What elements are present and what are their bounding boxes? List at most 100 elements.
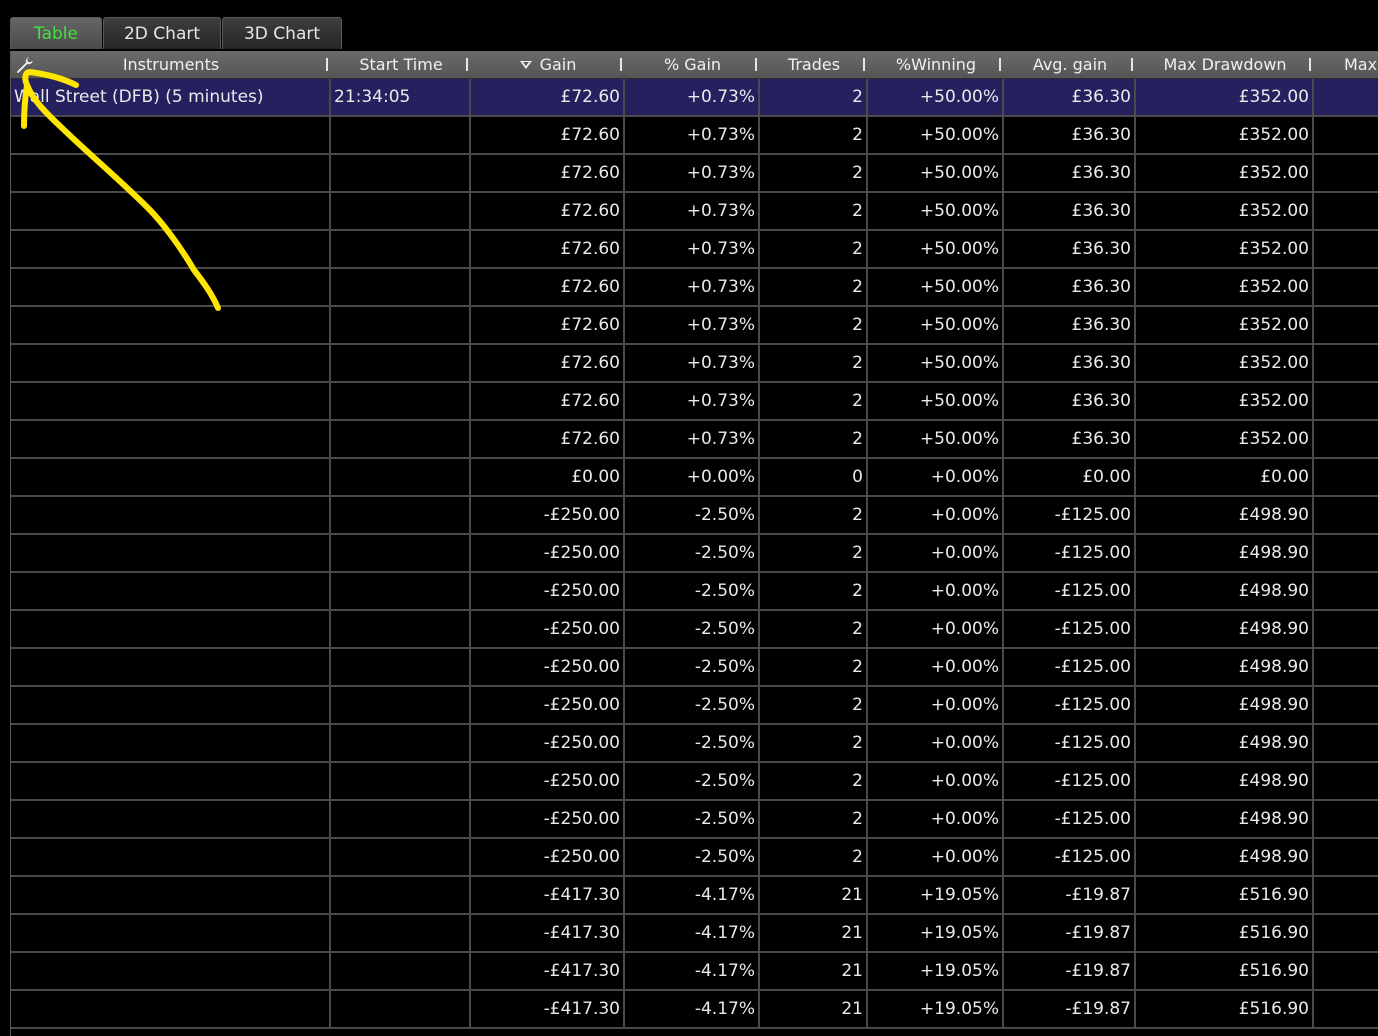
cell-max-drawdown: £516.90 <box>1136 915 1314 951</box>
cell-gain: -£417.30 <box>471 953 625 989</box>
table-row[interactable]: -£250.00 -2.50% 2 +0.00% -£125.00 £498.90 <box>11 573 1378 611</box>
table-row[interactable]: -£250.00 -2.50% 2 +0.00% -£125.00 £498.90 <box>11 649 1378 687</box>
table-row[interactable]: -£417.30 -4.17% 21 +19.05% -£19.87 £516.90 <box>11 953 1378 991</box>
table-row[interactable]: -£417.30 -4.17% 21 +19.05% -£19.87 £516.90 <box>11 991 1378 1029</box>
cell-start-time: 21:34:05 <box>331 79 471 115</box>
column-header-percent-gain[interactable]: % Gain <box>625 51 760 78</box>
cell-max-drawdown: £498.90 <box>1136 573 1314 609</box>
table-row[interactable]: -£250.00 -2.50% 2 +0.00% -£125.00 £498.90 <box>11 535 1378 573</box>
cell-start-time <box>331 573 471 609</box>
table-row[interactable]: £72.60 +0.73% 2 +50.00% £36.30 £352.00 <box>11 421 1378 459</box>
cell-max-drawdown: £498.90 <box>1136 497 1314 533</box>
cell-trades: 2 <box>760 497 868 533</box>
cell-gain: £72.60 <box>471 193 625 229</box>
table-row[interactable]: -£250.00 -2.50% 2 +0.00% -£125.00 £498.90 <box>11 497 1378 535</box>
column-resize-handle[interactable] <box>755 58 757 71</box>
table-row[interactable]: £72.60 +0.73% 2 +50.00% £36.30 £352.00 <box>11 269 1378 307</box>
cell-gain: -£417.30 <box>471 877 625 913</box>
tab-2d-chart[interactable]: 2D Chart <box>103 17 221 49</box>
cell-max <box>1314 611 1378 647</box>
table-row[interactable]: -£250.00 -2.50% 2 +0.00% -£125.00 £498.90 <box>11 839 1378 877</box>
cell-gain: £72.60 <box>471 155 625 191</box>
cell-percent-winning: +0.00% <box>868 649 1004 685</box>
cell-percent-gain: +0.73% <box>625 307 760 343</box>
table-row[interactable]: Wall Street (DFB) (5 minutes) 21:34:05 £72… <box>11 79 1378 117</box>
cell-gain: £72.60 <box>471 231 625 267</box>
cell-avg-gain: £36.30 <box>1004 383 1136 419</box>
table-row[interactable]: £72.60 +0.73% 2 +50.00% £36.30 £352.00 <box>11 193 1378 231</box>
cell-trades: 2 <box>760 231 868 267</box>
cell-instrument <box>11 459 331 495</box>
table-row[interactable]: £72.60 +0.73% 2 +50.00% £36.30 £352.00 <box>11 307 1378 345</box>
cell-instrument <box>11 193 331 229</box>
cell-instrument <box>11 383 331 419</box>
cell-percent-gain: -4.17% <box>625 915 760 951</box>
tab-3d-chart[interactable]: 3D Chart <box>222 17 342 49</box>
cell-percent-winning: +0.00% <box>868 497 1004 533</box>
column-resize-handle[interactable] <box>1309 58 1311 71</box>
cell-trades: 2 <box>760 763 868 799</box>
backtest-results-window: Table 2D Chart 3D Chart Instruments Star… <box>0 0 1378 1036</box>
column-header-avg-gain[interactable]: Avg. gain <box>1004 51 1136 78</box>
column-header-instruments[interactable]: Instruments <box>11 51 331 78</box>
column-resize-handle[interactable] <box>326 58 328 71</box>
table-row[interactable]: -£250.00 -2.50% 2 +0.00% -£125.00 £498.90 <box>11 611 1378 649</box>
table-row[interactable]: -£250.00 -2.50% 2 +0.00% -£125.00 £498.90 <box>11 763 1378 801</box>
cell-start-time <box>331 421 471 457</box>
cell-max-drawdown: £352.00 <box>1136 193 1314 229</box>
column-header-label: Trades <box>787 55 841 74</box>
cell-avg-gain: -£125.00 <box>1004 611 1136 647</box>
cell-max <box>1314 497 1378 533</box>
column-resize-handle[interactable] <box>1131 58 1133 71</box>
cell-avg-gain: -£125.00 <box>1004 649 1136 685</box>
table-row[interactable]: £72.60 +0.73% 2 +50.00% £36.30 £352.00 <box>11 345 1378 383</box>
cell-start-time <box>331 307 471 343</box>
cell-percent-winning: +50.00% <box>868 269 1004 305</box>
cell-max-drawdown: £352.00 <box>1136 421 1314 457</box>
table-row[interactable]: -£250.00 -2.50% 2 +0.00% -£125.00 £498.90 <box>11 687 1378 725</box>
table-row[interactable]: -£250.00 -2.50% 2 +0.00% -£125.00 £498.90 <box>11 725 1378 763</box>
sort-descending-icon <box>519 60 532 69</box>
cell-max-drawdown: £498.90 <box>1136 763 1314 799</box>
column-header-start-time[interactable]: Start Time <box>331 51 471 78</box>
table-row[interactable]: £72.60 +0.73% 2 +50.00% £36.30 £352.00 <box>11 117 1378 155</box>
cell-percent-winning: +19.05% <box>868 915 1004 951</box>
cell-instrument <box>11 763 331 799</box>
cell-trades: 21 <box>760 953 868 989</box>
column-header-trades[interactable]: Trades <box>760 51 868 78</box>
column-header-gain[interactable]: Gain <box>471 51 625 78</box>
tab-table[interactable]: Table <box>10 17 102 49</box>
table-row[interactable]: -£417.30 -4.17% 21 +19.05% -£19.87 £516.90 <box>11 877 1378 915</box>
column-resize-handle[interactable] <box>466 58 468 71</box>
cell-avg-gain: £36.30 <box>1004 269 1136 305</box>
cell-trades: 2 <box>760 839 868 875</box>
cell-instrument: Wall Street (DFB) (5 minutes) <box>11 79 331 115</box>
table-row[interactable]: -£417.30 -4.17% 21 +19.05% -£19.87 £516.90 <box>11 915 1378 953</box>
cell-max-drawdown: £498.90 <box>1136 839 1314 875</box>
cell-gain: -£250.00 <box>471 839 625 875</box>
cell-gain: £72.60 <box>471 307 625 343</box>
cell-avg-gain: -£125.00 <box>1004 497 1136 533</box>
cell-instrument <box>11 725 331 761</box>
column-header-max-drawdown[interactable]: Max Drawdown <box>1136 51 1314 78</box>
table-row[interactable]: £72.60 +0.73% 2 +50.00% £36.30 £352.00 <box>11 231 1378 269</box>
cell-max-drawdown: £498.90 <box>1136 687 1314 723</box>
cell-percent-winning: +0.00% <box>868 839 1004 875</box>
cell-max <box>1314 459 1378 495</box>
table-row[interactable]: -£250.00 -2.50% 2 +0.00% -£125.00 £498.90 <box>11 801 1378 839</box>
cell-percent-gain: +0.73% <box>625 193 760 229</box>
column-resize-handle[interactable] <box>620 58 622 71</box>
cell-instrument <box>11 953 331 989</box>
column-header-label: %Winning <box>895 55 977 74</box>
wrench-icon[interactable] <box>14 55 34 75</box>
cell-start-time <box>331 953 471 989</box>
cell-gain: £72.60 <box>471 383 625 419</box>
cell-avg-gain: -£19.87 <box>1004 877 1136 913</box>
table-row[interactable]: £0.00 +0.00% 0 +0.00% £0.00 £0.00 <box>11 459 1378 497</box>
table-row[interactable]: £72.60 +0.73% 2 +50.00% £36.30 £352.00 <box>11 383 1378 421</box>
table-row[interactable]: £72.60 +0.73% 2 +50.00% £36.30 £352.00 <box>11 155 1378 193</box>
column-resize-handle[interactable] <box>999 58 1001 71</box>
column-header-max[interactable]: Max <box>1314 51 1378 78</box>
column-header-percent-winning[interactable]: %Winning <box>868 51 1004 78</box>
column-resize-handle[interactable] <box>863 58 865 71</box>
